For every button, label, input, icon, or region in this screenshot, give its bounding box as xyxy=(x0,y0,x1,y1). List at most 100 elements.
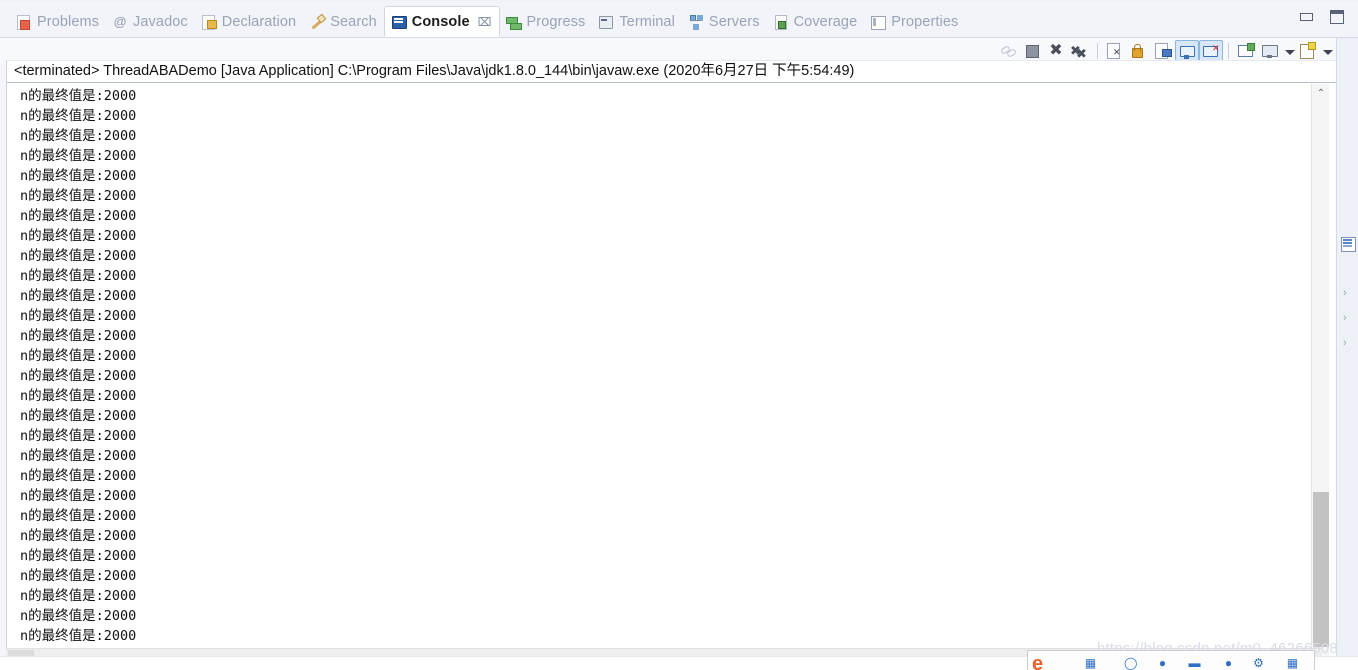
view-tab-bar: Problems @ Javadoc Declaration Search Co… xyxy=(0,0,1358,38)
console-icon xyxy=(391,14,407,30)
console-line: n的最终值是:2000 xyxy=(20,588,137,604)
problems-icon xyxy=(16,14,32,30)
tab-label: Declaration xyxy=(221,14,297,30)
console-line: n的最终值是:2000 xyxy=(20,88,137,104)
tab-label: Terminal xyxy=(619,14,675,30)
minimize-icon[interactable] xyxy=(1300,13,1313,21)
tab-properties[interactable]: Properties xyxy=(864,7,965,37)
chevron-down-icon[interactable] xyxy=(1320,40,1334,62)
scroll-up-icon[interactable]: ⌃ xyxy=(1312,84,1330,102)
console-line: n的最终值是:2000 xyxy=(20,468,137,484)
console-line: n的最终值是:2000 xyxy=(20,288,137,304)
remove-all-terminated-icon[interactable] xyxy=(1068,40,1092,65)
console-line: n的最终值是:2000 xyxy=(20,248,137,264)
show-console-on-error-icon[interactable] xyxy=(1199,40,1223,62)
console-line: n的最终值是:2000 xyxy=(20,568,137,584)
tab-coverage[interactable]: Coverage xyxy=(767,7,865,37)
outline-view-icon[interactable] xyxy=(1340,236,1356,252)
restore-chevron-icon[interactable]: › xyxy=(1343,338,1347,349)
coverage-icon xyxy=(773,14,789,30)
console-line: n的最终值是:2000 xyxy=(20,508,137,524)
tab-label: Console xyxy=(411,13,470,30)
settings-icon[interactable]: ⚙ xyxy=(1252,657,1265,670)
properties-icon xyxy=(870,14,887,30)
person-icon[interactable]: ● xyxy=(1156,657,1169,670)
tab-javadoc[interactable]: @ Javadoc xyxy=(106,7,195,37)
dot-icon[interactable]: ● xyxy=(1222,657,1235,670)
chevron-down-icon[interactable] xyxy=(1282,40,1296,62)
scroll-lock-icon[interactable] xyxy=(1127,40,1151,62)
console-line: n的最终值是:2000 xyxy=(20,608,137,624)
console-line: n的最终值是:2000 xyxy=(20,168,137,184)
progress-icon xyxy=(505,14,522,30)
eclipse-console-window: Problems @ Javadoc Declaration Search Co… xyxy=(0,0,1358,670)
console-line: n的最终值是:2000 xyxy=(20,528,137,544)
tab-label: Search xyxy=(330,14,377,30)
console-line: n的最终值是:2000 xyxy=(20,228,137,244)
console-line: n的最终值是:2000 xyxy=(20,548,137,564)
clear-console-icon[interactable] xyxy=(1103,40,1127,62)
grid-icon[interactable]: ▦ xyxy=(1286,657,1299,670)
tab-search[interactable]: Search xyxy=(303,7,384,37)
console-line: n的最终值是:2000 xyxy=(20,488,137,504)
toolbar-separator xyxy=(1097,43,1098,59)
minimized-view-stack: › › › xyxy=(1336,38,1358,670)
folder-icon[interactable]: ▦ xyxy=(1084,657,1097,670)
console-line: n的最终值是:2000 xyxy=(20,628,137,642)
console-vertical-scrollbar[interactable]: ⌃ ⌄ xyxy=(1311,84,1329,665)
word-wrap-icon[interactable] xyxy=(1151,40,1175,62)
console-line: n的最终值是:2000 xyxy=(20,388,137,404)
terminate-icon[interactable] xyxy=(1020,40,1044,62)
console-line: n的最终值是:2000 xyxy=(20,308,137,324)
tab-label: Progress xyxy=(526,14,586,30)
console-view: <terminated> ThreadABADemo [Java Applica… xyxy=(6,60,1346,665)
tab-problems[interactable]: Problems xyxy=(10,7,106,37)
tab-declaration[interactable]: Declaration xyxy=(195,7,303,37)
tab-servers[interactable]: Servers xyxy=(682,7,767,37)
servers-icon xyxy=(688,14,704,30)
close-icon[interactable]: ⌧ xyxy=(478,16,492,28)
tab-label: Properties xyxy=(891,14,959,30)
console-line: n的最终值是:2000 xyxy=(20,448,137,464)
window-icon[interactable]: ▬ xyxy=(1188,657,1201,670)
console-line: n的最终值是:2000 xyxy=(20,328,137,344)
taskbar-fragment: e ▦ ◯ ● ▬ ● ⚙ ▦ xyxy=(1027,650,1315,670)
maximize-icon[interactable] xyxy=(1330,10,1344,24)
scrollbar-thumb[interactable] xyxy=(1313,492,1329,647)
console-line: n的最终值是:2000 xyxy=(20,408,137,424)
console-line: n的最终值是:2000 xyxy=(20,428,137,444)
tab-label: Servers xyxy=(708,14,760,30)
console-line: n的最终值是:2000 xyxy=(20,128,137,144)
console-line: n的最终值是:2000 xyxy=(20,188,137,204)
javadoc-icon: @ xyxy=(113,14,127,29)
console-output[interactable]: n的最终值是:2000 n的最终值是:2000 n的最终值是:2000 n的最终值是:… xyxy=(7,84,1312,642)
toolbar-separator xyxy=(1228,43,1229,59)
display-selected-console-icon[interactable] xyxy=(1258,40,1282,62)
tab-console[interactable]: Console ⌧ xyxy=(383,6,500,37)
open-console-icon[interactable] xyxy=(1296,40,1320,62)
restore-chevron-icon[interactable]: › xyxy=(1343,313,1347,324)
terminal-icon xyxy=(598,14,614,30)
show-console-on-output-icon[interactable] xyxy=(1175,40,1199,62)
tab-label: Javadoc xyxy=(133,14,188,30)
tab-terminal[interactable]: Terminal xyxy=(592,7,682,37)
remove-launch-icon[interactable]: ✖ xyxy=(1044,40,1068,62)
restore-chevron-icon[interactable]: › xyxy=(1343,288,1347,299)
edge-icon[interactable]: e xyxy=(1032,654,1054,670)
tab-label: Coverage xyxy=(793,14,858,30)
console-line: n的最终值是:2000 xyxy=(20,368,137,384)
console-line: n的最终值是:2000 xyxy=(20,148,137,164)
tab-label: Problems xyxy=(37,14,100,30)
declaration-icon xyxy=(201,14,217,30)
process-header-label: <terminated> ThreadABADemo [Java Applica… xyxy=(7,61,1346,83)
terminate-all-icon[interactable] xyxy=(996,40,1020,62)
tabbar-hairline xyxy=(0,0,1358,2)
window-controls xyxy=(1300,10,1344,24)
search-icon xyxy=(309,14,325,30)
pin-console-icon[interactable] xyxy=(1234,40,1258,62)
tab-progress[interactable]: Progress xyxy=(500,7,593,37)
console-line: n的最终值是:2000 xyxy=(20,348,137,364)
console-line: n的最终值是:2000 xyxy=(20,108,137,124)
circle-icon[interactable]: ◯ xyxy=(1124,657,1137,670)
console-line: n的最终值是:2000 xyxy=(20,268,137,284)
